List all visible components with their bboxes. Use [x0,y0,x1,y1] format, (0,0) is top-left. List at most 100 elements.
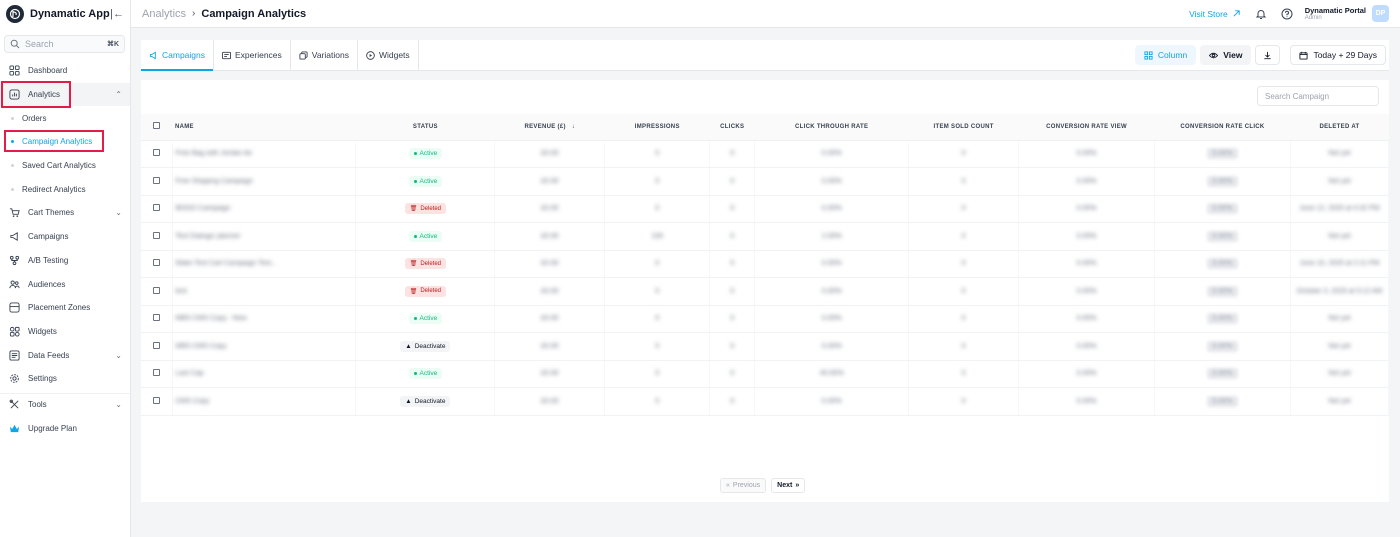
search-campaign[interactable] [1257,86,1379,106]
ctr-cell: 0.00% [754,387,910,416]
row-select-cell [141,167,174,196]
brand-logo [6,5,24,23]
tab-widgets[interactable]: Widgets [358,40,419,70]
sidebar-item-label: A/B Testing [28,255,69,265]
sidebar-item-campaign-analytics[interactable]: Campaign Analytics [0,130,130,154]
help-icon[interactable] [1281,8,1293,20]
sidebar-item-redirect-analytics[interactable]: Redirect Analytics [0,177,130,201]
campaign-name-cell[interactable]: test [172,277,357,306]
sidebar-item-label: Redirect Analytics [22,184,86,194]
item-sold-cell: 0 [908,305,1020,333]
table-row[interactable]: BOGO Campaign 🗑 Deleted £0.00 0 0 0.00% 0 0.00% 0… [141,195,1390,223]
sidebar-item-audiences[interactable]: Audiences [0,272,130,296]
user-info[interactable]: Dynamatic Portal Admin [1305,6,1366,21]
row-checkbox[interactable] [153,231,161,239]
sidebar-item-campaigns[interactable]: Campaigns [0,225,130,249]
breadcrumb-parent[interactable]: Analytics [142,8,186,20]
sidebar-item-upgrade-plan[interactable]: Upgrade Plan [0,416,130,440]
ctr-value: 40.00% [819,370,844,378]
impressions-value: 0 [655,370,660,378]
collapse-sidebar-icon[interactable]: |← [110,8,124,20]
campaign-name-cell[interactable]: Last Cap [172,360,357,388]
sidebar-item-placement-zones[interactable]: Placement Zones [0,296,130,320]
clicks-cell: 0 [709,250,756,278]
sidebar-item-dashboard[interactable]: Dashboard [0,59,130,83]
table-row[interactable]: Test Dialogic planner Active £0.00 100 0 2.00… [141,222,1390,251]
col-cr-view[interactable]: CONVERSION RATE VIEW [1018,114,1155,141]
search-campaign-input[interactable] [1265,91,1375,101]
top-right-actions: Visit Store Dynamatic Portal Admin DP [1189,5,1389,22]
col-ctr[interactable]: CLICK THROUGH RATE [754,114,909,141]
sidebar-item-label: Widgets [28,326,57,336]
column-button[interactable]: Column [1134,45,1197,65]
date-range-button[interactable]: Today + 29 Days [1290,45,1386,65]
table-row[interactable]: CMS Copy ▲ Deactivate £0.00 0 0 0.00% 0 0.00% 0.0… [141,387,1390,416]
sidebar-item-ab-testing[interactable]: A/B Testing [0,249,130,273]
bell-icon[interactable] [1255,8,1267,20]
clicks-cell: 0 [709,277,756,306]
previous-page-button[interactable]: « Previous [720,478,767,493]
tab-experiences[interactable]: Experiences [214,40,291,70]
widget-icon [8,325,20,337]
sidebar-item-widgets[interactable]: Widgets [0,320,130,344]
campaign-name-cell[interactable]: Test Dialogic planner [172,222,357,251]
sidebar-item-saved-cart-analytics[interactable]: Saved Cart Analytics [0,154,130,178]
sidebar-search[interactable]: Search ⌘K [4,35,125,53]
table-row[interactable]: test 🗑 Deleted £0.00 0 0 0.00% 0 0.00% 0.00% Octob… [141,277,1390,306]
campaign-name-cell[interactable]: MBS CMS Copy - New [172,305,357,333]
col-cr-click[interactable]: CONVERSION RATE CLICK [1154,114,1291,141]
revenue-value: £0.00 [541,150,559,158]
col-clicks[interactable]: CLICKS [709,114,755,141]
row-checkbox[interactable] [153,314,161,322]
row-checkbox[interactable] [153,341,161,349]
col-name[interactable]: NAME [172,114,356,141]
visit-store-link[interactable]: Visit Store [1189,9,1241,19]
tab-campaigns[interactable]: Campaigns [141,40,214,71]
ctr-value: 0.00% [821,342,842,350]
sort-down-icon[interactable]: ↓ [572,124,575,130]
row-checkbox[interactable] [153,149,161,157]
campaign-name-cell[interactable]: Make Test Cart Campaign Test... [172,250,357,278]
ctr-cell: 2.00% [754,222,910,251]
status-dot-icon [413,234,417,238]
row-checkbox[interactable] [153,204,161,212]
sidebar-item-orders[interactable]: Orders [0,106,130,130]
table-row[interactable]: Make Test Cart Campaign Test... 🗑 Deleted £… [141,250,1390,278]
tab-variations[interactable]: Variations [291,40,358,70]
row-checkbox[interactable] [153,286,161,294]
sidebar-item-tools[interactable]: Tools ⌄ [0,392,130,417]
table-row[interactable]: Last Cap Active £0.00 0 0 40.00% 0 0.00% 0.00% No… [141,360,1390,388]
table-row[interactable]: Free Bag with Jordan Air Active £0.00 0 0 0.0… [141,140,1390,168]
deleted-at-value: Not yet [1328,315,1351,323]
col-item-sold[interactable]: ITEM SOLD COUNT [908,114,1019,141]
campaign-name-cell[interactable]: CMS Copy [172,387,357,416]
sidebar-item-cart-themes[interactable]: Cart Themes ⌄ [0,201,130,225]
col-impressions[interactable]: IMPRESSIONS [604,114,710,141]
col-status[interactable]: STATUS [355,114,495,141]
next-page-button[interactable]: Next » [771,478,806,493]
select-all-checkbox[interactable] [153,122,161,130]
avatar[interactable]: DP [1372,5,1389,22]
sidebar-item-analytics[interactable]: Analytics ⌃ [0,82,130,107]
view-button[interactable]: View [1200,45,1252,65]
campaign-name-cell[interactable]: BOGO Campaign [172,195,357,223]
sidebar-item-settings[interactable]: Settings [0,367,130,391]
row-checkbox[interactable] [153,369,161,377]
campaign-name-cell[interactable]: MBS CMS Copy [172,332,357,361]
col-revenue[interactable]: REVENUE (£) ↓ [494,114,605,141]
download-button[interactable] [1255,45,1281,65]
campaign-name-cell[interactable]: Free Bag with Jordan Air [172,140,357,168]
sidebar-item-data-feeds[interactable]: Data Feeds ⌄ [0,343,130,367]
campaign-name-cell[interactable]: Free Shipping Campaign [172,167,357,196]
row-checkbox[interactable] [153,259,161,267]
copy-icon [299,50,308,60]
table-row[interactable]: MBS CMS Copy ▲ Deactivate £0.00 0 0 0.00% 0 0.00… [141,332,1390,361]
table-row[interactable]: Free Shipping Campaign Active £0.00 0 0 0.00%… [141,167,1390,196]
cr-click-value: 0.00% [1206,203,1239,215]
status-dot-icon [413,179,417,183]
col-deleted-at[interactable]: DELETED AT [1290,114,1389,141]
row-checkbox[interactable] [153,396,161,404]
table-row[interactable]: MBS CMS Copy - New Active £0.00 0 0 0.00% 0 0.0… [141,305,1390,333]
row-checkbox[interactable] [153,176,161,184]
next-label: Next [777,482,793,489]
